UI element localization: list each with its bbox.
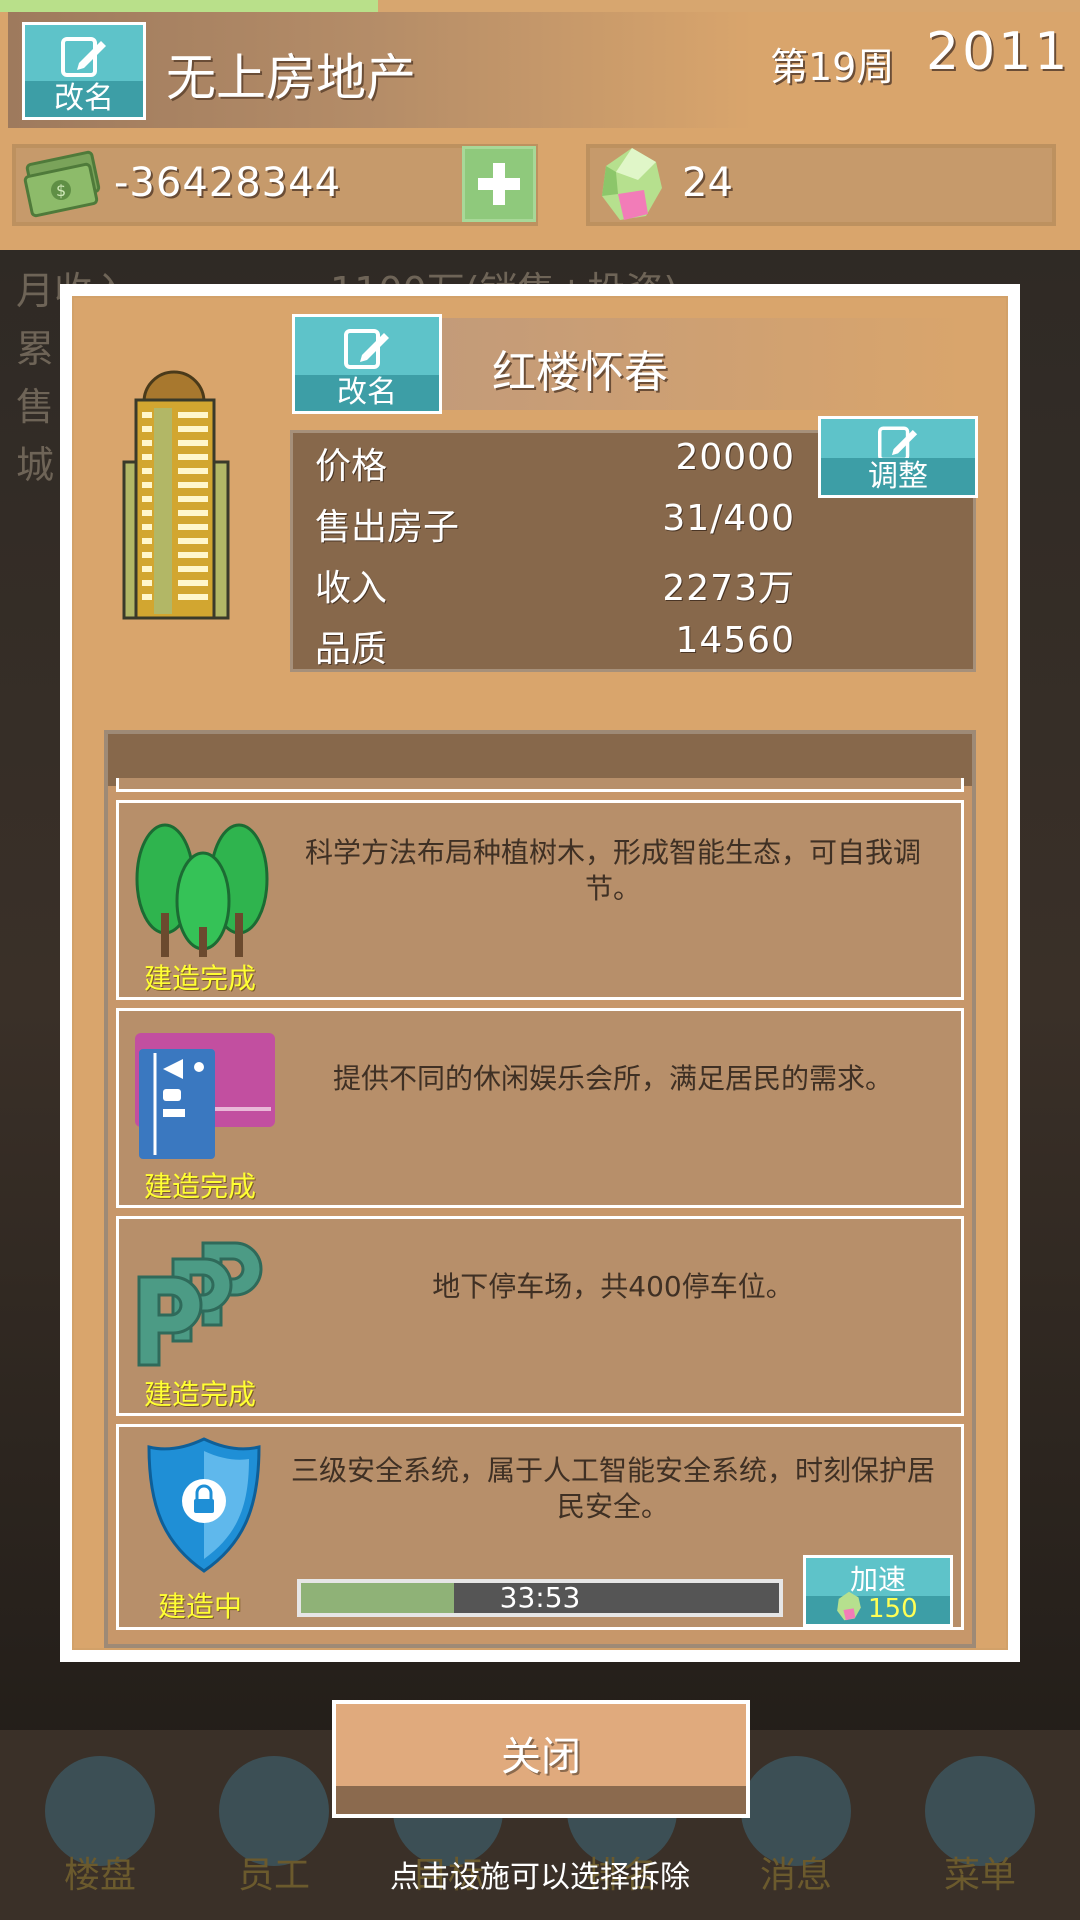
trees-icon — [135, 823, 269, 957]
construction-progress-bar: 33:53 — [297, 1579, 783, 1617]
skyscraper-icon — [122, 370, 230, 620]
stat-income: 收入 2273万 — [315, 568, 795, 609]
facility-card-under-construction[interactable]: 建造中 三级安全系统，属于人工智能安全系统，时刻保护居民安全。 33:53 加速… — [116, 1424, 964, 1630]
money-box: $ -36428344 — [12, 144, 538, 226]
stat-quality: 品质 14560 — [315, 620, 795, 670]
facility-card[interactable]: 建造完成 地下停车场，共400停车位。 — [116, 1216, 964, 1416]
facility-status: 建造完成 — [143, 962, 256, 995]
facility-description: 地下停车场，共400停车位。 — [432, 1270, 794, 1303]
gem-icon — [602, 148, 662, 220]
demolish-hint: 点击设施可以选择拆除 — [390, 1860, 690, 1895]
facility-status: 建造中 — [157, 1590, 242, 1623]
security-shield-icon — [147, 1437, 261, 1573]
parking-icon — [137, 1241, 263, 1367]
close-label: 关闭 — [501, 1734, 581, 1780]
company-row: 改名 无上房地产 第19周 2011 — [8, 12, 1072, 128]
gem-box: 24 — [586, 144, 1056, 226]
facility-description: 提供不同的休闲娱乐会所，满足居民的需求。 — [332, 1062, 893, 1095]
year-label: 2011 — [926, 22, 1071, 82]
pencil-icon — [344, 329, 389, 369]
facility-description: 三级安全系统，属于人工智能安全系统，时刻保护居民安全。 — [290, 1454, 935, 1523]
speedup-button[interactable]: 加速 150 — [803, 1555, 953, 1627]
top-bar: 改名 无上房地产 第19周 2011 $ -36428344 24 — [0, 0, 1080, 250]
facility-status: 建造完成 — [143, 1378, 256, 1411]
facility-description: 科学方法布局种植树木，形成智能生态，可自我调节。 — [304, 836, 921, 905]
building-name: 红楼怀春 — [492, 347, 668, 398]
building-rename-button[interactable]: 改名 — [292, 314, 442, 414]
adjust-price-button[interactable]: 调整 — [818, 416, 978, 498]
facilities-list[interactable]: 建造完成 科学方法布局种植树木，形成智能生态，可自我调节。 建造完成 提供不同的… — [104, 730, 976, 1648]
money-value: -36428344 — [114, 160, 342, 206]
facility-status: 建造完成 — [143, 1170, 256, 1203]
close-button[interactable]: 关闭 — [332, 1700, 750, 1818]
speedup-label: 加速 — [849, 1563, 906, 1596]
gem-value: 24 — [682, 160, 733, 206]
cash-icon: $ — [23, 150, 101, 218]
close-button-shade — [336, 1786, 746, 1814]
week-label: 第19周 — [770, 45, 895, 89]
rename-label: 改名 — [25, 81, 143, 117]
adjust-label: 调整 — [821, 457, 975, 495]
clubhouse-icon — [135, 1033, 275, 1159]
facility-card[interactable]: 建造完成 提供不同的休闲娱乐会所，满足居民的需求。 — [116, 1008, 964, 1208]
svg-text:$: $ — [56, 181, 66, 200]
company-rename-button[interactable]: 改名 — [22, 22, 146, 120]
speedup-cost-bar: 150 — [806, 1591, 950, 1624]
company-name: 无上房地产 — [166, 49, 416, 107]
gem-icon — [837, 1591, 861, 1621]
speedup-cost: 150 — [868, 1594, 918, 1624]
facility-card[interactable]: 建造完成 科学方法布局种植树木，形成智能生态，可自我调节。 — [116, 800, 964, 1000]
stat-sold: 售出房子 31/400 — [315, 498, 795, 548]
facility-card-partial[interactable] — [116, 778, 964, 792]
week-progress-bar — [0, 0, 1080, 12]
week-progress-fill — [0, 0, 378, 12]
rename-label: 改名 — [295, 375, 439, 411]
construction-time-left: 33:53 — [499, 1581, 581, 1614]
pencil-icon — [61, 37, 106, 77]
plus-icon — [478, 163, 520, 205]
add-money-button[interactable] — [462, 146, 536, 222]
stat-price: 价格 20000 — [315, 437, 795, 487]
